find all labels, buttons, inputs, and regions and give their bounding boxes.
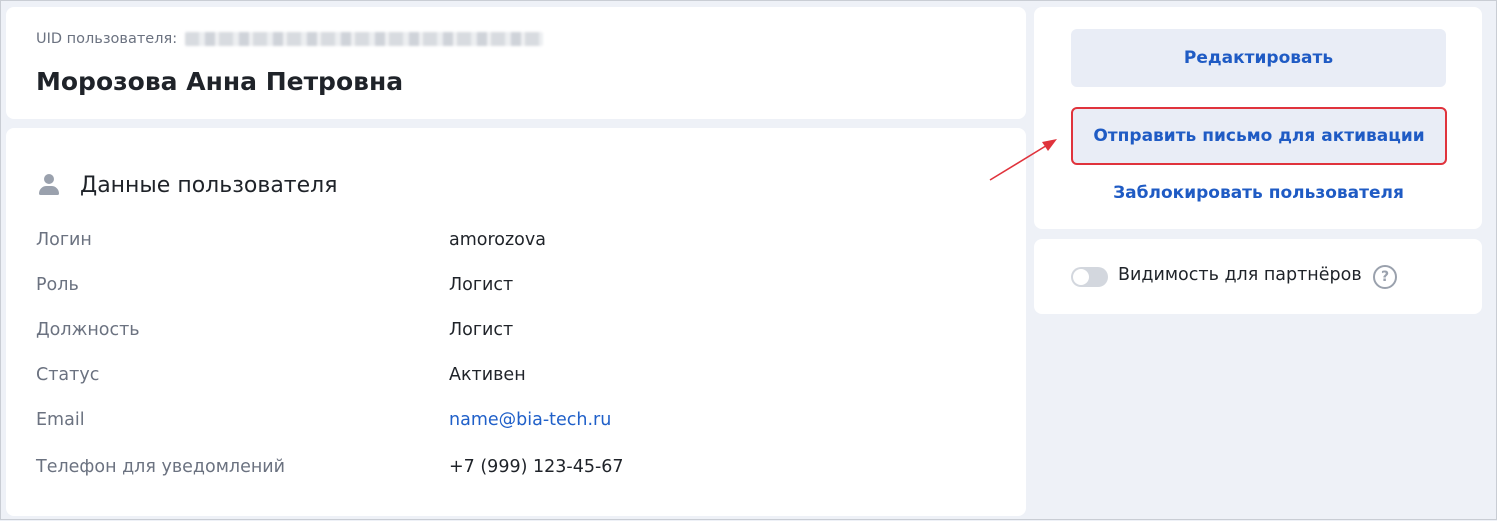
field-label: Телефон для уведомлений	[36, 457, 286, 477]
email-link[interactable]: name@bia-tech.ru	[449, 410, 611, 430]
field-label: Логин	[36, 230, 92, 250]
page-title: Морозова Анна Петровна	[36, 67, 404, 96]
field-label: Email	[36, 410, 85, 430]
uid-label: UID пользователя:	[36, 31, 178, 47]
user-header-card: UID пользователя: Морозова Анна Петровна	[6, 7, 1026, 119]
person-icon	[36, 172, 62, 198]
section-title-text: Данные пользователя	[80, 172, 338, 198]
user-details-card: Данные пользователя Логин amorozova Роль…	[6, 128, 1026, 516]
toggle-knob	[1073, 269, 1089, 285]
actions-card: Редактировать Отправить письмо для актив…	[1034, 7, 1482, 229]
partner-visibility-card: Видимость для партнёров ?	[1034, 239, 1482, 314]
field-label: Статус	[36, 365, 100, 385]
partner-visibility-toggle[interactable]	[1071, 267, 1108, 287]
edit-button[interactable]: Редактировать	[1071, 29, 1446, 87]
field-value: +7 (999) 123-45-67	[449, 457, 624, 477]
section-title: Данные пользователя	[36, 172, 337, 198]
send-activation-email-button[interactable]: Отправить письмо для активации	[1071, 107, 1447, 165]
partner-visibility-label: Видимость для партнёров	[1118, 265, 1362, 285]
user-profile-page: UID пользователя: Морозова Анна Петровна…	[0, 0, 1497, 520]
field-label: Должность	[36, 320, 140, 340]
field-label: Роль	[36, 275, 79, 295]
question-circle-icon[interactable]: ?	[1373, 265, 1397, 289]
field-value: amorozova	[449, 230, 546, 250]
field-value: Логист	[449, 320, 514, 340]
uid-value-redacted	[185, 32, 544, 46]
field-value: Активен	[449, 365, 526, 385]
uid-row: UID пользователя:	[36, 31, 544, 47]
block-user-button[interactable]: Заблокировать пользователя	[1071, 179, 1446, 207]
field-value: Логист	[449, 275, 514, 295]
